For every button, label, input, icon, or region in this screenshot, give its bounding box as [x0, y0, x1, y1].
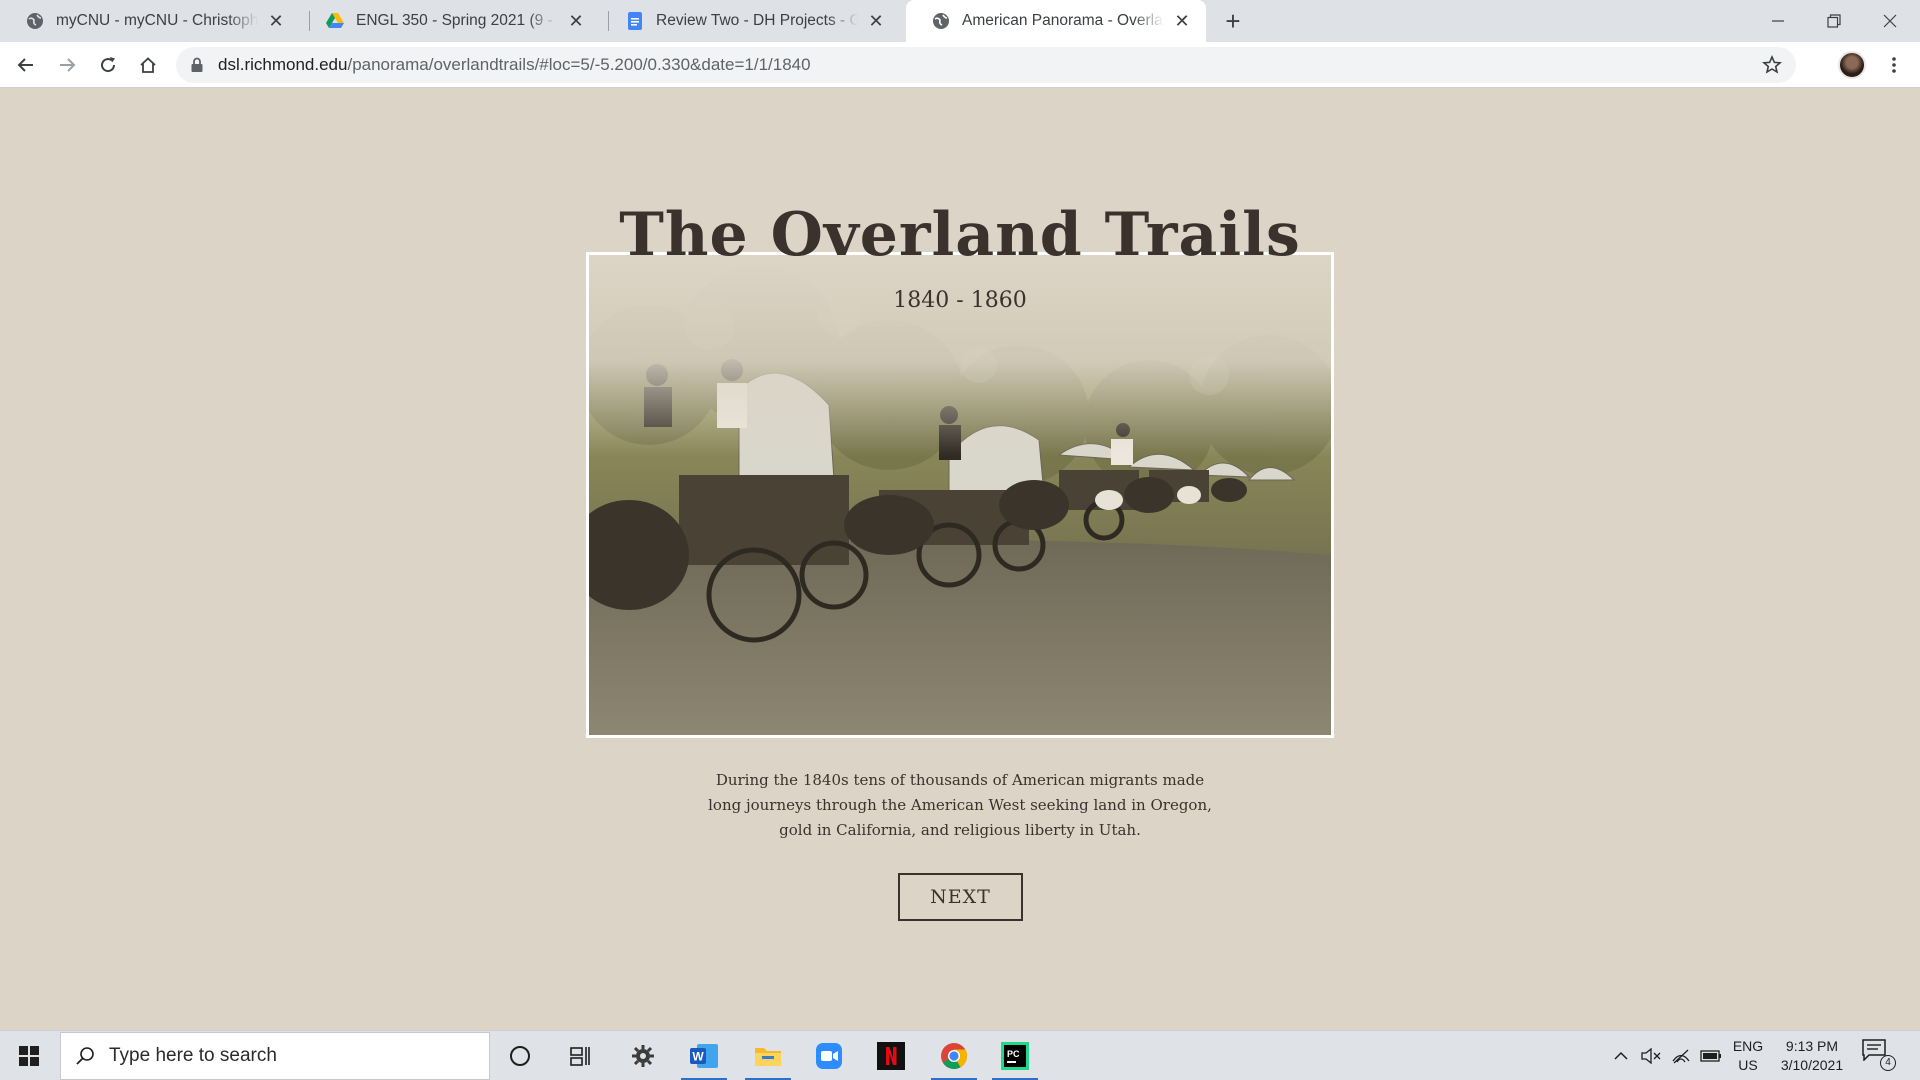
language-code: ENG [1732, 1038, 1764, 1054]
taskbar-clock[interactable]: 9:13 PM 3/10/2021 [1772, 1037, 1852, 1075]
lock-icon[interactable] [190, 57, 204, 73]
zoom-icon [816, 1043, 842, 1069]
close-icon [1883, 14, 1897, 28]
settings-taskbar-button[interactable] [614, 1031, 672, 1080]
clock-time: 9:13 PM [1785, 1038, 1839, 1054]
windows-taskbar: Type here to search W PC ENG US 9:13 PM … [0, 1030, 1920, 1080]
netflix-taskbar-button[interactable] [862, 1031, 920, 1080]
close-window-button[interactable] [1862, 0, 1918, 42]
task-view-icon [570, 1047, 590, 1066]
clock-date: 3/10/2021 [1780, 1057, 1844, 1073]
globe-icon [932, 12, 950, 30]
restore-icon [1827, 14, 1841, 28]
notification-count-badge: 4 [1880, 1055, 1896, 1071]
action-center-button[interactable]: 4 [1862, 1039, 1898, 1073]
url-path: /panorama/overlandtrails/#loc=5/-5.200/0… [347, 55, 811, 74]
close-tab-icon[interactable]: ✕ [266, 11, 286, 31]
page-content: The Overland Trails 1840 - 1860 During t… [0, 88, 1920, 1030]
next-button[interactable]: NEXT [898, 873, 1023, 921]
zoom-taskbar-button[interactable] [800, 1031, 858, 1080]
tab-title: Review Two - DH Projects - Goog [656, 12, 858, 29]
forward-button[interactable] [51, 49, 83, 81]
netflix-icon [877, 1042, 905, 1070]
globe-icon [26, 12, 44, 30]
cortana-button[interactable] [491, 1031, 549, 1080]
home-button[interactable] [132, 49, 164, 81]
reload-button[interactable] [92, 49, 124, 81]
svg-text:W: W [692, 1050, 704, 1064]
browser-tab-mycnu[interactable]: myCNU - myCNU - Christopher M ✕ [0, 0, 300, 42]
minimize-window-button[interactable] [1750, 0, 1806, 42]
file-explorer-taskbar-button[interactable] [739, 1031, 797, 1080]
battery-button[interactable] [1696, 1031, 1726, 1080]
volume-button[interactable] [1636, 1031, 1666, 1080]
start-button[interactable] [0, 1031, 58, 1080]
network-button[interactable] [1666, 1031, 1696, 1080]
settings-icon [632, 1045, 654, 1067]
back-button[interactable] [10, 49, 42, 81]
word-taskbar-button[interactable]: W [675, 1031, 733, 1080]
pycharm-taskbar-button[interactable]: PC [986, 1031, 1044, 1080]
tab-title: ENGL 350 - Spring 2021 (9 - 9:50 [356, 12, 558, 29]
url-domain: dsl.richmond.edu [218, 55, 348, 74]
browser-tab-strip: myCNU - myCNU - Christopher M ✕ ENGL 350… [0, 0, 1920, 42]
word-icon: W [690, 1044, 718, 1068]
close-tab-icon[interactable]: ✕ [566, 11, 586, 31]
browser-menu-button[interactable] [1880, 51, 1908, 79]
description-text: During the 1840s tens of thousands of Am… [708, 771, 1212, 839]
bookmark-star-icon[interactable] [1762, 55, 1782, 75]
address-bar[interactable]: dsl.richmond.edu/panorama/overlandtrails… [176, 47, 1796, 83]
more-vertical-icon [1892, 57, 1896, 73]
search-placeholder: Type here to search [109, 1045, 277, 1066]
forward-arrow-icon [60, 58, 76, 72]
search-icon [76, 1047, 94, 1065]
close-tab-icon[interactable]: ✕ [866, 11, 886, 31]
svg-text:PC: PC [1007, 1049, 1020, 1059]
windows-logo-icon [19, 1046, 39, 1066]
tab-title: American Panorama - Overland T [962, 12, 1164, 29]
restore-window-button[interactable] [1806, 0, 1862, 42]
page-title: The Overland Trails [619, 200, 1301, 270]
cortana-icon [510, 1046, 530, 1066]
chrome-taskbar-button[interactable] [925, 1031, 983, 1080]
region-code: US [1738, 1057, 1758, 1073]
url-text: dsl.richmond.edu/panorama/overlandtrails… [218, 55, 811, 75]
wagon-train-photo [586, 252, 1334, 738]
volume-muted-icon [1641, 1048, 1661, 1064]
minimize-icon [1772, 20, 1784, 22]
input-language-indicator[interactable]: ENG US [1728, 1037, 1768, 1075]
google-docs-icon [626, 12, 644, 30]
browser-tab-review-two[interactable]: Review Two - DH Projects - Goog ✕ [600, 0, 900, 42]
close-tab-icon[interactable]: ✕ [1172, 11, 1192, 31]
date-range-subtitle: 1840 - 1860 [893, 288, 1027, 313]
google-drive-icon [326, 12, 344, 30]
tab-title: myCNU - myCNU - Christopher M [56, 12, 258, 29]
chevron-up-icon [1614, 1051, 1628, 1060]
wifi-icon [1672, 1049, 1690, 1064]
browser-tab-engl350[interactable]: ENGL 350 - Spring 2021 (9 - 9:50 ✕ [300, 0, 600, 42]
browser-toolbar: dsl.richmond.edu/panorama/overlandtrails… [0, 42, 1920, 88]
reload-icon [101, 57, 116, 73]
battery-icon [1700, 1050, 1721, 1062]
home-icon [140, 57, 156, 73]
taskbar-search-input[interactable]: Type here to search [60, 1032, 490, 1080]
chrome-icon [941, 1043, 968, 1070]
file-explorer-icon [755, 1048, 781, 1066]
profile-avatar[interactable] [1838, 51, 1866, 79]
task-view-button[interactable] [551, 1031, 609, 1080]
pycharm-icon: PC [1001, 1042, 1029, 1070]
new-tab-button[interactable]: + [1218, 6, 1248, 36]
show-hidden-icons-button[interactable] [1606, 1031, 1636, 1080]
back-arrow-icon [17, 58, 33, 72]
browser-tab-american-panorama[interactable]: American Panorama - Overland T ✕ [906, 0, 1206, 42]
